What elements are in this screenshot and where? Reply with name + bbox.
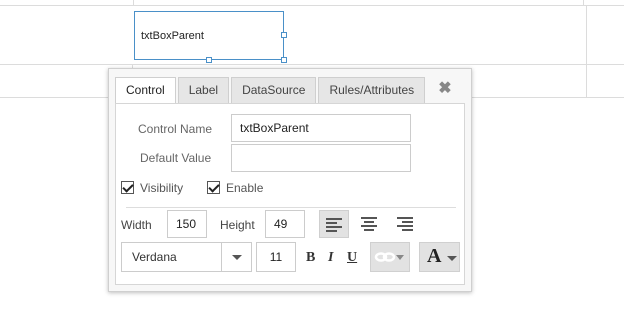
control-tab-panel: Control Name txtBoxParent Default Value … <box>115 103 465 285</box>
properties-tabs: Control Label DataSource Rules/Attribute… <box>115 77 427 104</box>
align-center-button[interactable] <box>354 210 384 238</box>
resize-handle-corner[interactable] <box>281 57 287 63</box>
grid-line <box>583 0 584 5</box>
control-name-value: txtBoxParent <box>240 121 309 135</box>
divider <box>126 207 456 208</box>
align-right-button[interactable] <box>389 210 419 238</box>
enable-label: Enable <box>226 181 264 195</box>
resize-handle-right[interactable] <box>281 32 287 38</box>
font-color-button[interactable]: A <box>419 242 460 272</box>
default-value-label: Default Value <box>140 151 212 165</box>
grid-line <box>586 5 587 98</box>
font-family-value: Verdana <box>132 250 177 264</box>
grid-line <box>472 97 624 98</box>
font-size-value: 11 <box>269 250 283 264</box>
tab-control[interactable]: Control <box>115 77 176 104</box>
control-name-label: Control Name <box>138 122 213 136</box>
visibility-checkbox[interactable] <box>121 181 134 194</box>
font-family-dropdown[interactable] <box>221 243 251 271</box>
width-value: 150 <box>176 217 197 231</box>
underline-button[interactable]: U <box>347 250 357 266</box>
tab-datasource[interactable]: DataSource <box>231 77 317 103</box>
height-input[interactable]: 49 <box>265 210 305 238</box>
link-icon <box>374 252 404 262</box>
height-label: Height <box>220 218 255 232</box>
default-value-input[interactable] <box>231 144 411 172</box>
width-label: Width <box>121 218 152 232</box>
chevron-down-icon <box>447 256 457 261</box>
tab-rules-attributes[interactable]: Rules/Attributes <box>318 77 426 103</box>
close-icon[interactable]: ✖ <box>437 81 453 97</box>
font-size-input[interactable]: 11 <box>256 242 296 272</box>
canvas-textbox-control[interactable]: txtBoxParent <box>134 11 284 60</box>
font-color-icon: A <box>427 245 442 267</box>
bold-button[interactable]: B <box>306 250 315 266</box>
visibility-label: Visibility <box>140 181 184 195</box>
align-left-button[interactable] <box>319 210 349 238</box>
tab-label[interactable]: Label <box>177 77 230 103</box>
control-name-input[interactable]: txtBoxParent <box>231 114 411 142</box>
chevron-down-icon <box>232 255 242 260</box>
width-input[interactable]: 150 <box>167 210 207 238</box>
italic-button[interactable]: I <box>328 250 333 266</box>
grid-line <box>0 64 624 65</box>
enable-checkbox[interactable] <box>207 181 220 194</box>
resize-handle-bottom[interactable] <box>206 57 212 63</box>
grid-line <box>0 97 110 98</box>
control-properties-popup: Control Label DataSource Rules/Attribute… <box>108 68 472 292</box>
grid-line <box>133 0 134 5</box>
link-button[interactable] <box>370 242 410 272</box>
font-family-select[interactable]: Verdana <box>121 242 252 272</box>
canvas-textbox-text: txtBoxParent <box>141 29 204 42</box>
grid-line <box>0 5 624 6</box>
height-value: 49 <box>274 217 288 231</box>
